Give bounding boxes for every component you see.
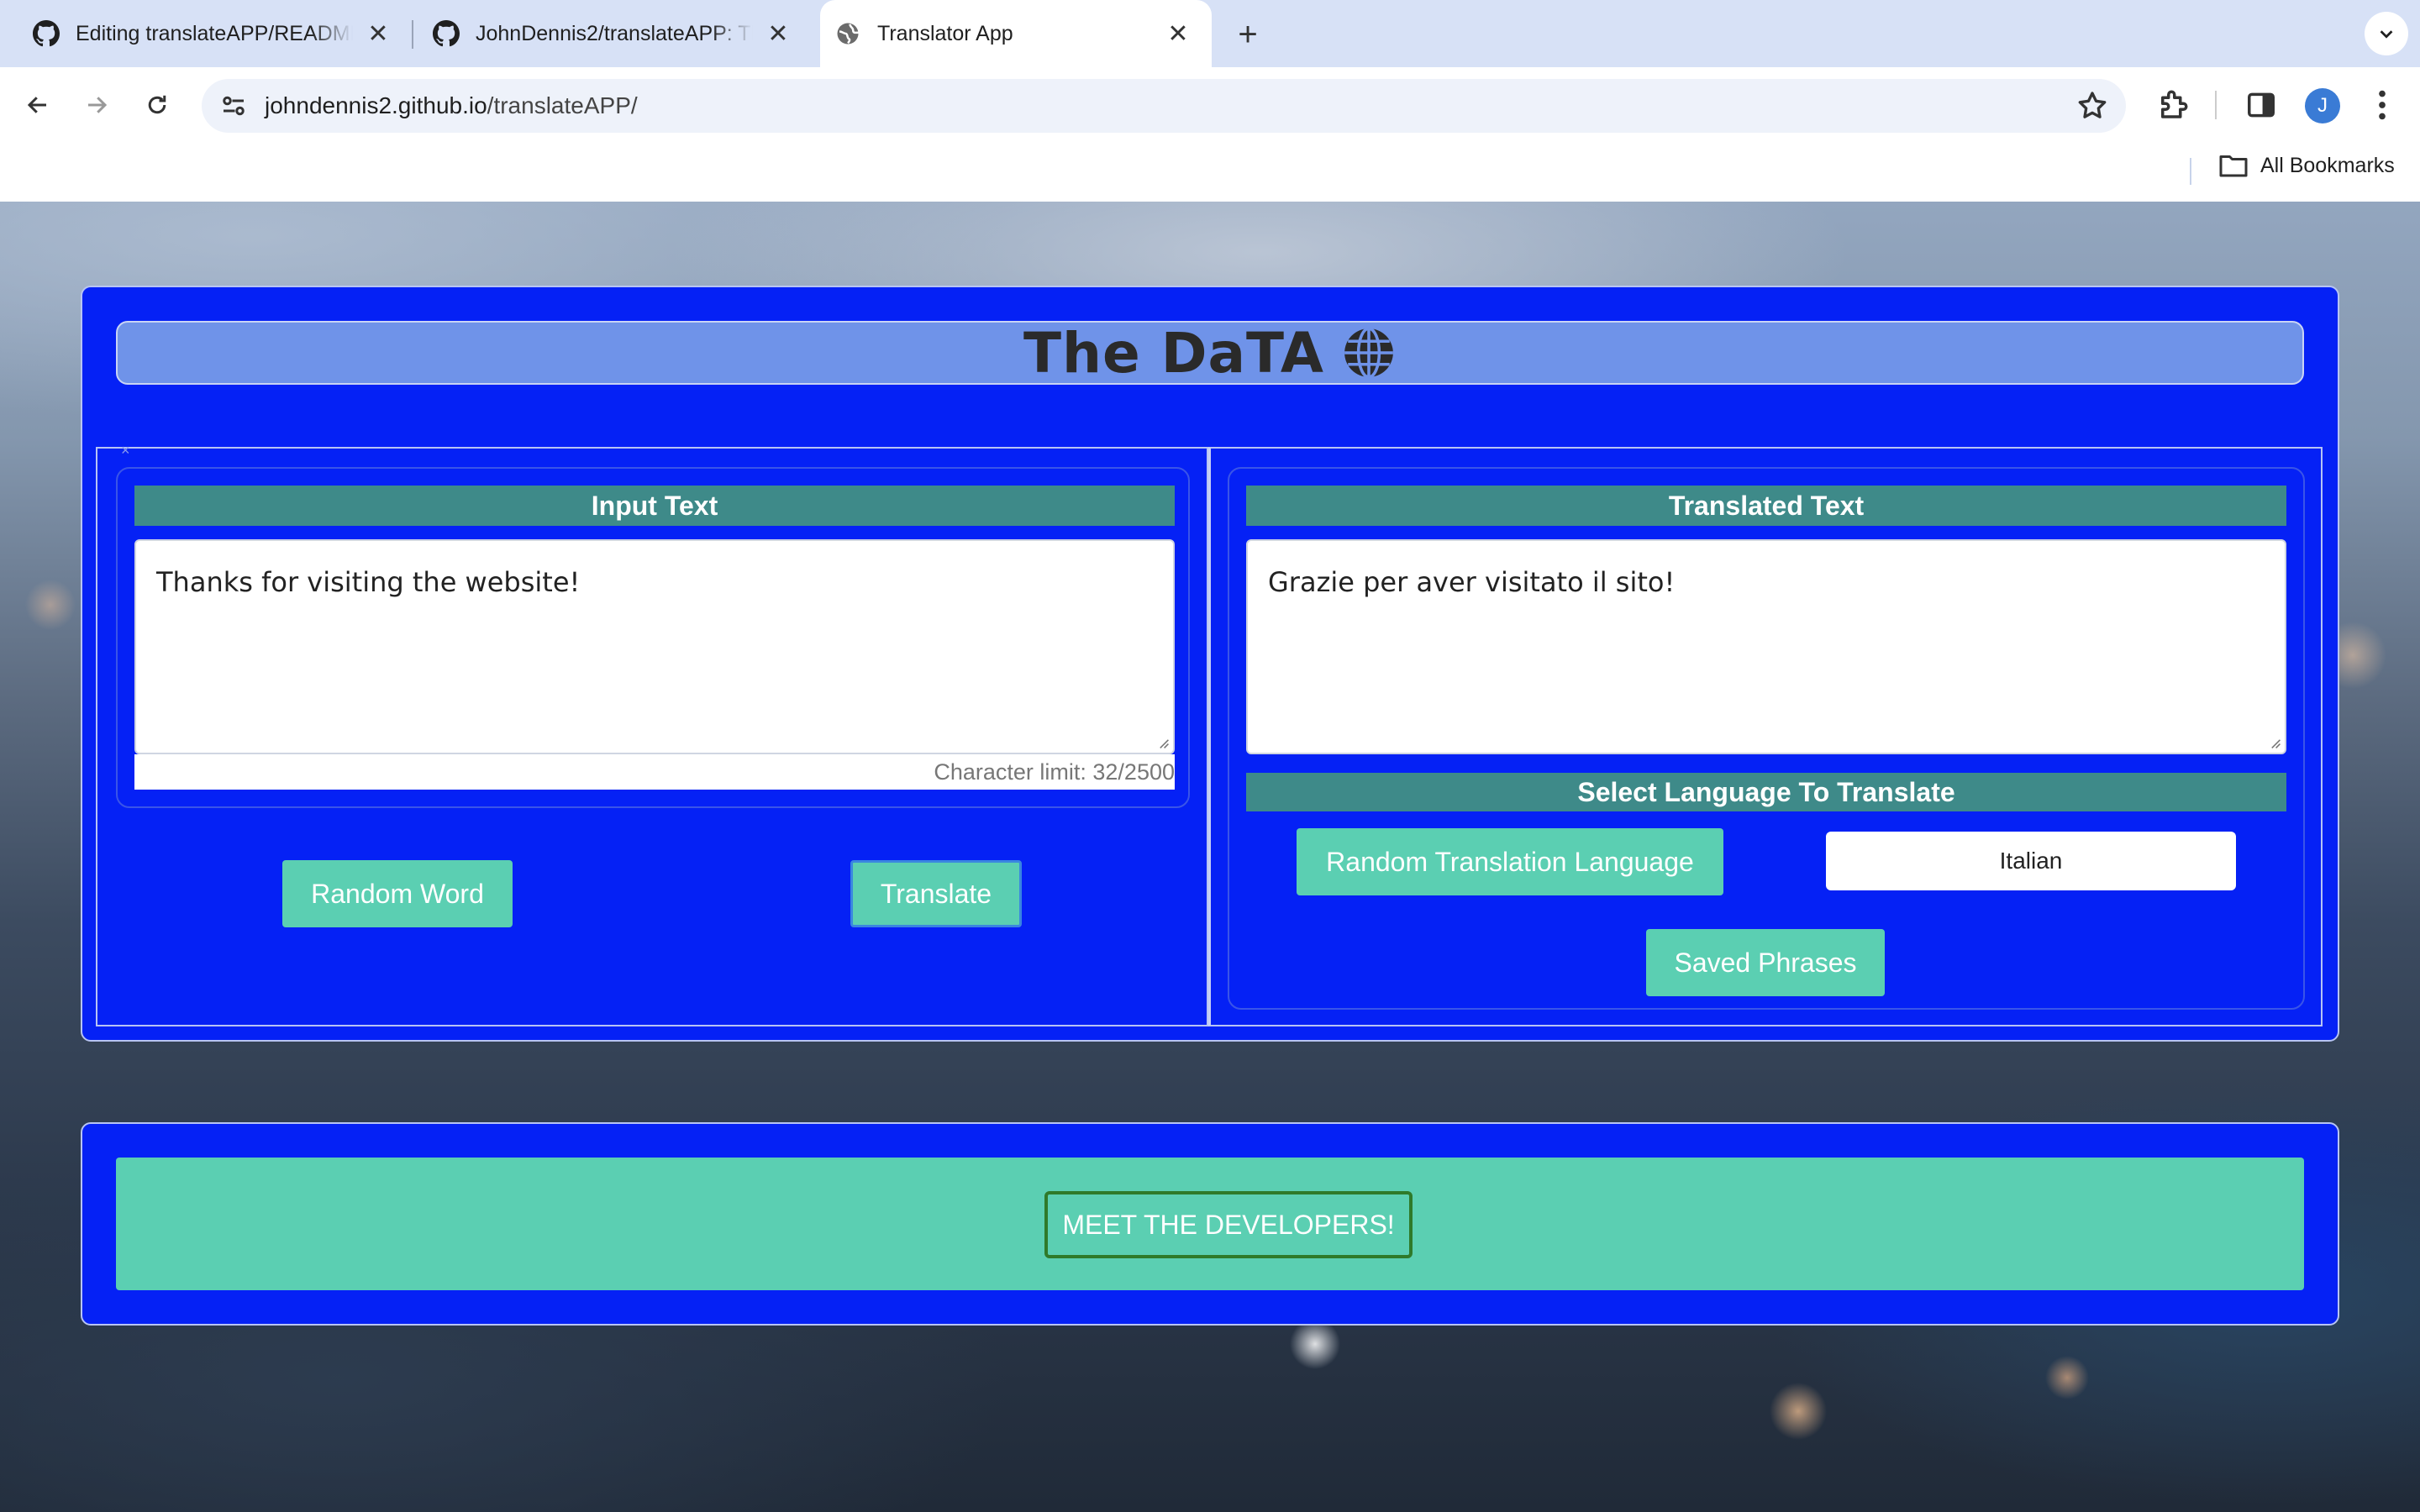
saved-phrases-button[interactable]: Saved Phrases (1646, 929, 1885, 996)
input-text-header: Input Text (134, 486, 1175, 526)
bookmarks-divider (2190, 158, 2191, 185)
tab-readme[interactable]: Editing translateAPP/README.md ✕ (0, 0, 412, 67)
new-tab-icon[interactable]: + (1228, 15, 1267, 54)
tab-repo[interactable]: JohnDennis2/translateAPP: The DaTA ✕ (400, 0, 812, 67)
translator-card: The DaTA × Input Text Thanks for visitin… (81, 286, 2339, 1042)
tab-title: JohnDennis2/translateAPP: The DaTA (476, 21, 753, 45)
url-text: johndennis2.github.io/translateAPP/ (265, 92, 638, 119)
browser-toolbar: johndennis2.github.io/translateAPP/ J Al… (0, 67, 2420, 202)
random-language-button[interactable]: Random Translation Language (1297, 828, 1723, 895)
folder-icon (2219, 155, 2248, 177)
url-path: /translateAPP/ (487, 92, 638, 118)
resize-handle-icon[interactable] (1156, 736, 1170, 749)
address-bar[interactable]: johndennis2.github.io/translateAPP/ (202, 79, 2126, 133)
all-bookmarks-button[interactable]: All Bookmarks (2218, 153, 2395, 178)
url-host: johndennis2.github.io (265, 92, 487, 118)
tab-title: Editing translateAPP/README.md (76, 21, 353, 45)
globe-icon (1344, 327, 1393, 379)
side-panel-icon[interactable] (2245, 89, 2277, 121)
output-column: Translated Text Grazie per aver visitato… (1208, 447, 2323, 1026)
app-title: The DaTA (1023, 320, 1325, 386)
forward-icon[interactable] (76, 84, 118, 126)
input-column: × Input Text Thanks for visiting the web… (96, 442, 1208, 1026)
translated-text-value: Grazie per aver visitato il sito! (1268, 566, 1676, 598)
select-language-header: Select Language To Translate (1246, 773, 2286, 811)
toolbar-divider (2215, 91, 2217, 119)
reload-icon[interactable] (136, 84, 178, 126)
page-background: The DaTA × Input Text Thanks for visitin… (0, 202, 2420, 1512)
close-tab-icon[interactable]: ✕ (763, 18, 793, 49)
input-panel: Input Text Thanks for visiting the websi… (116, 467, 1190, 808)
developers-card: MEET THE DEVELOPERS! (81, 1122, 2339, 1326)
resize-handle-icon[interactable] (2268, 736, 2281, 749)
github-icon (32, 19, 60, 48)
extensions-icon[interactable] (2155, 87, 2191, 123)
translated-textarea[interactable]: Grazie per aver visitato il sito! (1246, 539, 2286, 754)
globe-icon (834, 19, 862, 48)
stray-mark: × (121, 442, 130, 459)
close-tab-icon[interactable]: ✕ (363, 18, 393, 49)
developers-strip: MEET THE DEVELOPERS! (116, 1158, 2304, 1290)
output-panel: Translated Text Grazie per aver visitato… (1228, 467, 2305, 1010)
tab-search-icon[interactable] (2365, 12, 2408, 55)
language-select[interactable]: Italian (1826, 832, 2236, 890)
site-info-icon[interactable] (218, 91, 249, 121)
tab-strip: Editing translateAPP/README.md ✕ JohnDen… (0, 0, 2420, 67)
profile-avatar[interactable]: J (2305, 88, 2340, 123)
close-tab-icon[interactable]: ✕ (1163, 18, 1193, 49)
translate-button[interactable]: Translate (850, 860, 1022, 927)
meet-developers-button[interactable]: MEET THE DEVELOPERS! (1044, 1191, 1413, 1258)
all-bookmarks-label: All Bookmarks (2260, 153, 2395, 177)
input-textarea[interactable]: Thanks for visiting the website! (134, 539, 1175, 754)
back-icon[interactable] (17, 84, 59, 126)
random-word-button[interactable]: Random Word (282, 860, 513, 927)
character-limit: Character limit: 32/2500 (134, 754, 1175, 790)
input-text-value: Thanks for visiting the website! (156, 566, 581, 598)
github-icon (432, 19, 460, 48)
tab-title: Translator App (877, 21, 1013, 45)
browser-menu-icon[interactable] (2370, 86, 2395, 124)
translated-text-header: Translated Text (1246, 486, 2286, 526)
bookmark-star-icon[interactable] (2075, 89, 2109, 123)
tab-translator-app[interactable]: Translator App ✕ (820, 0, 1212, 67)
title-bar: The DaTA (116, 320, 2304, 386)
